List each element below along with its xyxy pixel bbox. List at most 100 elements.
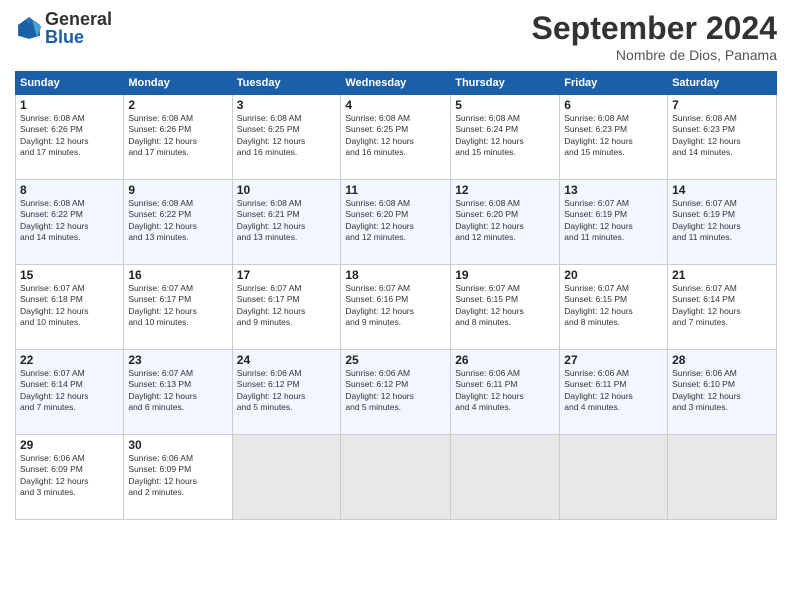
day-info: Sunrise: 6:07 AMSunset: 6:17 PMDaylight:… — [237, 283, 306, 327]
day-info: Sunrise: 6:08 AMSunset: 6:23 PMDaylight:… — [564, 113, 633, 157]
day-number: 17 — [237, 268, 337, 282]
day-info: Sunrise: 6:07 AMSunset: 6:18 PMDaylight:… — [20, 283, 89, 327]
calendar-cell — [451, 435, 560, 520]
day-info: Sunrise: 6:06 AMSunset: 6:10 PMDaylight:… — [672, 368, 741, 412]
calendar-cell: 20 Sunrise: 6:07 AMSunset: 6:15 PMDaylig… — [560, 265, 668, 350]
day-number: 25 — [345, 353, 446, 367]
day-number: 14 — [672, 183, 772, 197]
calendar-cell: 29 Sunrise: 6:06 AMSunset: 6:09 PMDaylig… — [16, 435, 124, 520]
col-friday: Friday — [560, 72, 668, 95]
calendar-cell: 23 Sunrise: 6:07 AMSunset: 6:13 PMDaylig… — [124, 350, 232, 435]
day-info: Sunrise: 6:06 AMSunset: 6:11 PMDaylight:… — [455, 368, 524, 412]
day-number: 12 — [455, 183, 555, 197]
header: General Blue September 2024 Nombre de Di… — [15, 10, 777, 63]
calendar-cell: 6 Sunrise: 6:08 AMSunset: 6:23 PMDayligh… — [560, 95, 668, 180]
title-area: September 2024 Nombre de Dios, Panama — [532, 10, 777, 63]
calendar-cell: 14 Sunrise: 6:07 AMSunset: 6:19 PMDaylig… — [668, 180, 777, 265]
day-info: Sunrise: 6:07 AMSunset: 6:13 PMDaylight:… — [128, 368, 197, 412]
calendar-week-4: 22 Sunrise: 6:07 AMSunset: 6:14 PMDaylig… — [16, 350, 777, 435]
day-info: Sunrise: 6:08 AMSunset: 6:21 PMDaylight:… — [237, 198, 306, 242]
day-number: 19 — [455, 268, 555, 282]
calendar-cell: 5 Sunrise: 6:08 AMSunset: 6:24 PMDayligh… — [451, 95, 560, 180]
day-info: Sunrise: 6:08 AMSunset: 6:24 PMDaylight:… — [455, 113, 524, 157]
day-number: 2 — [128, 98, 227, 112]
calendar-cell: 19 Sunrise: 6:07 AMSunset: 6:15 PMDaylig… — [451, 265, 560, 350]
calendar-cell: 12 Sunrise: 6:08 AMSunset: 6:20 PMDaylig… — [451, 180, 560, 265]
calendar-cell — [341, 435, 451, 520]
day-info: Sunrise: 6:08 AMSunset: 6:22 PMDaylight:… — [20, 198, 89, 242]
day-number: 8 — [20, 183, 119, 197]
calendar-table: Sunday Monday Tuesday Wednesday Thursday… — [15, 71, 777, 520]
day-info: Sunrise: 6:08 AMSunset: 6:26 PMDaylight:… — [20, 113, 89, 157]
month-title: September 2024 — [532, 10, 777, 47]
calendar-cell: 13 Sunrise: 6:07 AMSunset: 6:19 PMDaylig… — [560, 180, 668, 265]
calendar-cell: 26 Sunrise: 6:06 AMSunset: 6:11 PMDaylig… — [451, 350, 560, 435]
day-info: Sunrise: 6:06 AMSunset: 6:11 PMDaylight:… — [564, 368, 633, 412]
calendar-cell: 1 Sunrise: 6:08 AMSunset: 6:26 PMDayligh… — [16, 95, 124, 180]
calendar-cell — [560, 435, 668, 520]
day-number: 1 — [20, 98, 119, 112]
day-number: 26 — [455, 353, 555, 367]
calendar-cell: 25 Sunrise: 6:06 AMSunset: 6:12 PMDaylig… — [341, 350, 451, 435]
day-info: Sunrise: 6:08 AMSunset: 6:23 PMDaylight:… — [672, 113, 741, 157]
col-tuesday: Tuesday — [232, 72, 341, 95]
day-number: 6 — [564, 98, 663, 112]
page: General Blue September 2024 Nombre de Di… — [0, 0, 792, 612]
day-number: 5 — [455, 98, 555, 112]
day-info: Sunrise: 6:08 AMSunset: 6:25 PMDaylight:… — [345, 113, 414, 157]
header-row: Sunday Monday Tuesday Wednesday Thursday… — [16, 72, 777, 95]
col-thursday: Thursday — [451, 72, 560, 95]
calendar-header: Sunday Monday Tuesday Wednesday Thursday… — [16, 72, 777, 95]
calendar-cell: 27 Sunrise: 6:06 AMSunset: 6:11 PMDaylig… — [560, 350, 668, 435]
calendar-cell: 16 Sunrise: 6:07 AMSunset: 6:17 PMDaylig… — [124, 265, 232, 350]
day-number: 21 — [672, 268, 772, 282]
day-number: 30 — [128, 438, 227, 452]
day-number: 3 — [237, 98, 337, 112]
day-info: Sunrise: 6:07 AMSunset: 6:16 PMDaylight:… — [345, 283, 414, 327]
calendar-cell: 21 Sunrise: 6:07 AMSunset: 6:14 PMDaylig… — [668, 265, 777, 350]
day-info: Sunrise: 6:06 AMSunset: 6:12 PMDaylight:… — [237, 368, 306, 412]
day-number: 28 — [672, 353, 772, 367]
day-info: Sunrise: 6:07 AMSunset: 6:19 PMDaylight:… — [564, 198, 633, 242]
calendar-cell: 15 Sunrise: 6:07 AMSunset: 6:18 PMDaylig… — [16, 265, 124, 350]
day-info: Sunrise: 6:08 AMSunset: 6:22 PMDaylight:… — [128, 198, 197, 242]
calendar-cell: 30 Sunrise: 6:06 AMSunset: 6:09 PMDaylig… — [124, 435, 232, 520]
calendar-body: 1 Sunrise: 6:08 AMSunset: 6:26 PMDayligh… — [16, 95, 777, 520]
logo-icon — [15, 14, 43, 42]
col-sunday: Sunday — [16, 72, 124, 95]
calendar-cell: 4 Sunrise: 6:08 AMSunset: 6:25 PMDayligh… — [341, 95, 451, 180]
day-number: 10 — [237, 183, 337, 197]
calendar-week-3: 15 Sunrise: 6:07 AMSunset: 6:18 PMDaylig… — [16, 265, 777, 350]
calendar-cell — [668, 435, 777, 520]
day-number: 24 — [237, 353, 337, 367]
calendar-week-5: 29 Sunrise: 6:06 AMSunset: 6:09 PMDaylig… — [16, 435, 777, 520]
location-subtitle: Nombre de Dios, Panama — [532, 47, 777, 63]
day-number: 18 — [345, 268, 446, 282]
calendar-cell: 18 Sunrise: 6:07 AMSunset: 6:16 PMDaylig… — [341, 265, 451, 350]
calendar-cell: 7 Sunrise: 6:08 AMSunset: 6:23 PMDayligh… — [668, 95, 777, 180]
day-number: 7 — [672, 98, 772, 112]
col-wednesday: Wednesday — [341, 72, 451, 95]
calendar-cell: 17 Sunrise: 6:07 AMSunset: 6:17 PMDaylig… — [232, 265, 341, 350]
day-number: 23 — [128, 353, 227, 367]
col-saturday: Saturday — [668, 72, 777, 95]
day-number: 15 — [20, 268, 119, 282]
calendar-cell: 9 Sunrise: 6:08 AMSunset: 6:22 PMDayligh… — [124, 180, 232, 265]
day-number: 13 — [564, 183, 663, 197]
day-number: 29 — [20, 438, 119, 452]
day-info: Sunrise: 6:07 AMSunset: 6:17 PMDaylight:… — [128, 283, 197, 327]
day-info: Sunrise: 6:08 AMSunset: 6:20 PMDaylight:… — [345, 198, 414, 242]
day-info: Sunrise: 6:07 AMSunset: 6:15 PMDaylight:… — [455, 283, 524, 327]
day-number: 16 — [128, 268, 227, 282]
day-number: 4 — [345, 98, 446, 112]
day-info: Sunrise: 6:07 AMSunset: 6:14 PMDaylight:… — [20, 368, 89, 412]
day-info: Sunrise: 6:08 AMSunset: 6:26 PMDaylight:… — [128, 113, 197, 157]
day-number: 22 — [20, 353, 119, 367]
calendar-cell: 28 Sunrise: 6:06 AMSunset: 6:10 PMDaylig… — [668, 350, 777, 435]
day-info: Sunrise: 6:06 AMSunset: 6:09 PMDaylight:… — [128, 453, 197, 497]
day-info: Sunrise: 6:06 AMSunset: 6:09 PMDaylight:… — [20, 453, 89, 497]
logo: General Blue — [15, 10, 112, 46]
day-number: 11 — [345, 183, 446, 197]
day-info: Sunrise: 6:08 AMSunset: 6:25 PMDaylight:… — [237, 113, 306, 157]
calendar-cell: 24 Sunrise: 6:06 AMSunset: 6:12 PMDaylig… — [232, 350, 341, 435]
